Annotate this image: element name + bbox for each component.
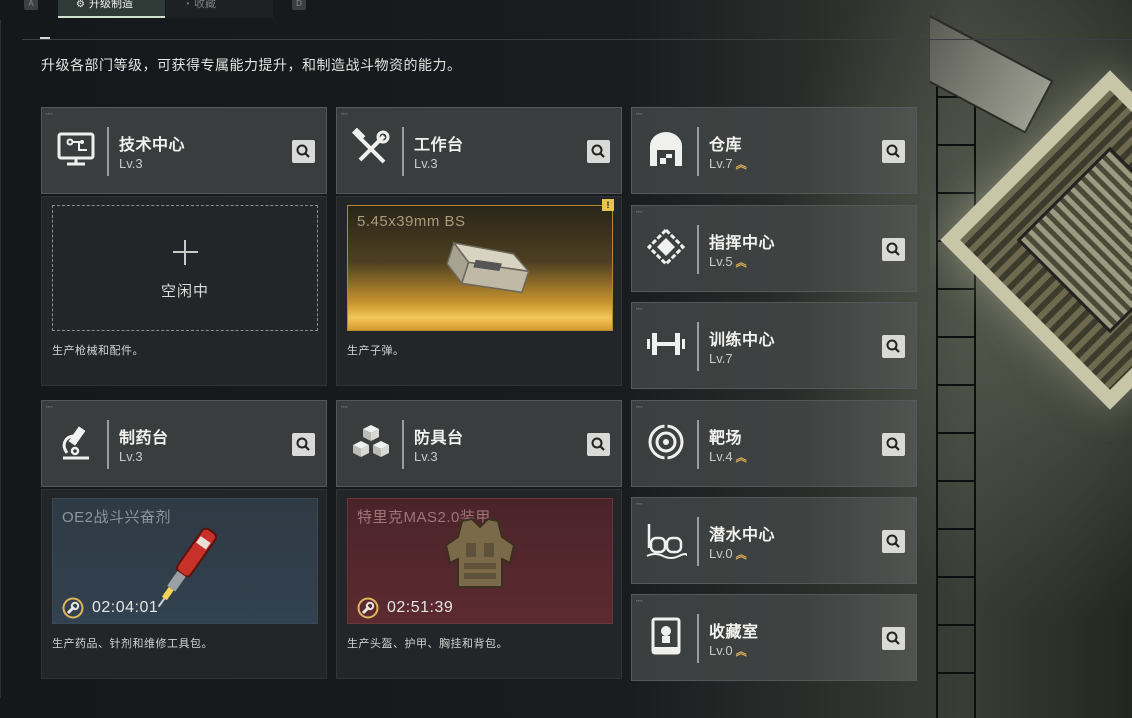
upgrade-arrow-icon: ︽ xyxy=(735,549,747,561)
dept-card-shooting-range[interactable]: ▪▪▪▪ 靶场 Lv.4 ︽ xyxy=(631,400,917,487)
cubes-icon xyxy=(350,421,392,463)
search-icon[interactable] xyxy=(292,433,315,456)
dept-name: 潜水中心 xyxy=(709,527,776,544)
dept-card-diving-center[interactable]: ▪▪▪▪ 潜水中心 Lv.0 ︽ xyxy=(631,497,917,584)
search-icon[interactable] xyxy=(882,335,905,358)
dept-name: 指挥中心 xyxy=(709,235,776,252)
search-icon[interactable] xyxy=(587,433,610,456)
search-icon[interactable] xyxy=(882,140,905,163)
alert-badge: ! xyxy=(602,199,614,211)
gear-hammer-icon: ⚙ xyxy=(76,0,85,10)
dept-level: Lv.0 ︽ xyxy=(709,546,747,561)
dept-name: 训练中心 xyxy=(709,332,776,349)
upgrade-arrow-icon: ︽ xyxy=(735,159,747,171)
dept-level: Lv.3 xyxy=(414,449,438,464)
top-tab-bar: A ⚙ 升级制造 ◔ 收藏 D xyxy=(0,0,1132,20)
production-panel-armor-bench: 特里克MAS2.0装甲 02:51:39 生产头盔、护甲、胸挂和背包。 xyxy=(336,489,622,679)
dept-level: Lv.5 ︽ xyxy=(709,254,747,269)
hammer-wrench-icon xyxy=(350,128,392,170)
dept-level: Lv.7 xyxy=(709,351,733,366)
production-description: 生产子弹。 xyxy=(347,345,405,357)
key-hint-left: A xyxy=(24,0,38,10)
dept-card-training-center[interactable]: ▪▪▪▪ 训练中心 Lv.7 xyxy=(631,302,917,389)
search-icon[interactable] xyxy=(882,627,905,650)
dept-level: Lv.0 ︽ xyxy=(709,643,747,658)
production-description: 生产枪械和配件。 xyxy=(52,345,144,357)
dept-level: Lv.3 xyxy=(119,156,143,171)
page-subtitle: 升级各部门等级，可获得专属能力提升，和制造战斗物资的能力。 xyxy=(41,57,462,73)
header-divider xyxy=(22,39,1132,40)
upgrade-arrow-icon: ︽ xyxy=(735,646,747,658)
target-icon xyxy=(645,421,687,463)
trophy-icon: ◔ xyxy=(184,0,191,10)
production-slot-active[interactable]: OE2战斗兴奋剂 02:04:01 xyxy=(52,498,318,624)
search-icon[interactable] xyxy=(882,238,905,261)
production-panel-workbench: 5.45x39mm BS ! 生产子弹。 xyxy=(336,196,622,386)
armor-vest-item-image xyxy=(444,517,516,588)
dept-level: Lv.4 ︽ xyxy=(709,449,747,464)
production-description: 生产药品、针剂和维修工具包。 xyxy=(52,638,213,650)
ammo-box-item-image xyxy=(446,241,531,294)
diving-mask-icon xyxy=(645,518,687,560)
key-hint-right: D xyxy=(292,0,306,10)
upgrade-arrow-icon: ︽ xyxy=(735,257,747,269)
dept-name: 技术中心 xyxy=(119,137,186,154)
upgrade-arrow-icon: ︽ xyxy=(735,452,747,464)
warehouse-icon xyxy=(645,128,687,170)
production-slot-ready[interactable]: 5.45x39mm BS ! xyxy=(347,199,614,331)
search-icon[interactable] xyxy=(292,140,315,163)
production-panel-pharmacy: OE2战斗兴奋剂 02:04:01 生产药品、针剂和维修工具包。 xyxy=(41,489,327,679)
dept-card-command-center[interactable]: ▪▪▪▪ 指挥中心 Lv.5 ︽ xyxy=(631,205,917,292)
timer-wrench-icon xyxy=(357,597,379,619)
dept-level: Lv.3 xyxy=(414,156,438,171)
dept-level: Lv.7 ︽ xyxy=(709,156,747,171)
dept-name: 收藏室 xyxy=(709,624,759,641)
left-frame-line xyxy=(0,20,1,698)
search-icon[interactable] xyxy=(882,530,905,553)
dept-card-armor-bench[interactable]: ▪▪▪▪ 防具台 Lv.3 xyxy=(336,400,622,487)
dept-name: 制药台 xyxy=(119,430,169,447)
dept-name: 仓库 xyxy=(709,137,743,154)
dept-card-warehouse[interactable]: ▪▪▪▪ 仓库 Lv.7 ︽ xyxy=(631,107,917,194)
dept-name: 防具台 xyxy=(414,430,464,447)
tab-collection[interactable]: ◔ 收藏 xyxy=(166,0,273,18)
plus-icon xyxy=(173,240,198,265)
dept-card-pharmacy[interactable]: ▪▪▪▪ 制药台 Lv.3 xyxy=(41,400,327,487)
dept-card-tech-center[interactable]: ▪▪▪▪ 技术中心 Lv.3 xyxy=(41,107,327,194)
production-slot-active[interactable]: 特里克MAS2.0装甲 02:51:39 xyxy=(347,498,613,624)
item-name: 5.45x39mm BS xyxy=(357,213,466,230)
chip-diamond-icon xyxy=(645,226,687,268)
header-divider-accent xyxy=(40,37,50,39)
idle-label: 空闲中 xyxy=(160,283,209,300)
search-icon[interactable] xyxy=(882,433,905,456)
industrial-structure-art xyxy=(930,0,1132,718)
dept-name: 工作台 xyxy=(414,137,464,154)
timer-text: 02:04:01 xyxy=(92,599,159,616)
timer-wrench-icon xyxy=(62,597,84,619)
production-panel-tech-center: 空闲中 生产枪械和配件。 xyxy=(41,196,327,386)
production-slot-empty[interactable]: 空闲中 xyxy=(52,205,318,331)
dept-level: Lv.3 xyxy=(119,449,143,464)
search-icon[interactable] xyxy=(587,140,610,163)
dumbbell-icon xyxy=(645,323,687,365)
microscope-icon xyxy=(55,421,97,463)
display-case-icon xyxy=(645,615,687,657)
tab-upgrade-craft[interactable]: ⚙ 升级制造 xyxy=(58,0,165,18)
production-description: 生产头盔、护甲、胸挂和背包。 xyxy=(347,638,508,650)
timer-text: 02:51:39 xyxy=(387,599,454,616)
dept-card-workbench[interactable]: ▪▪▪▪ 工作台 Lv.3 xyxy=(336,107,622,194)
dept-name: 靶场 xyxy=(709,430,743,447)
computer-circuit-icon xyxy=(55,128,97,170)
dept-card-collection-room[interactable]: ▪▪▪▪ 收藏室 Lv.0 ︽ xyxy=(631,594,917,681)
